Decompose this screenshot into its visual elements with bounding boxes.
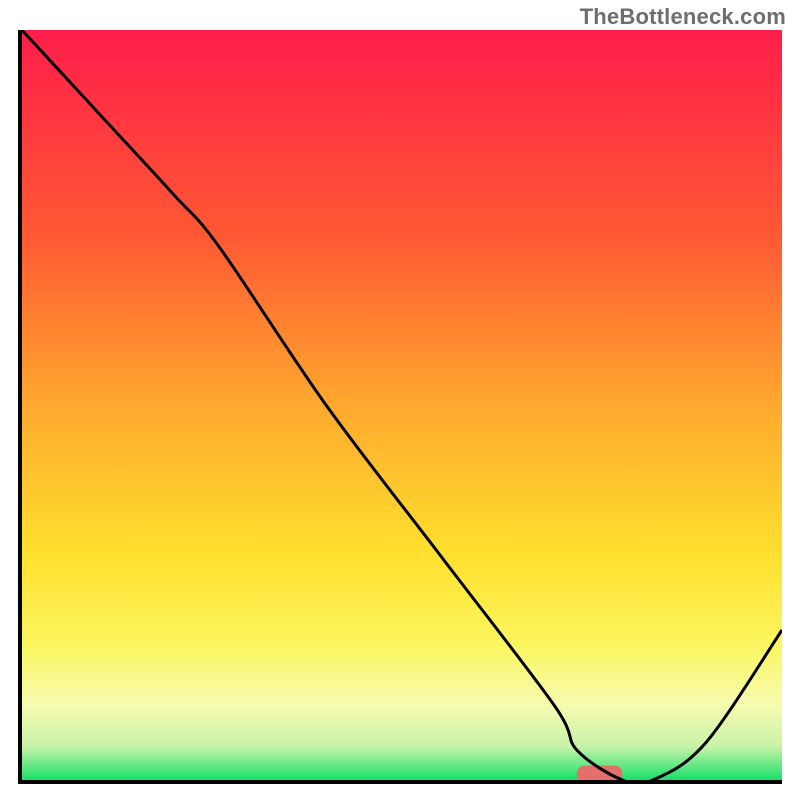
chart-svg bbox=[22, 30, 782, 780]
chart-background bbox=[22, 30, 782, 780]
watermark-text: TheBottleneck.com bbox=[580, 4, 786, 30]
chart-frame bbox=[18, 30, 782, 784]
